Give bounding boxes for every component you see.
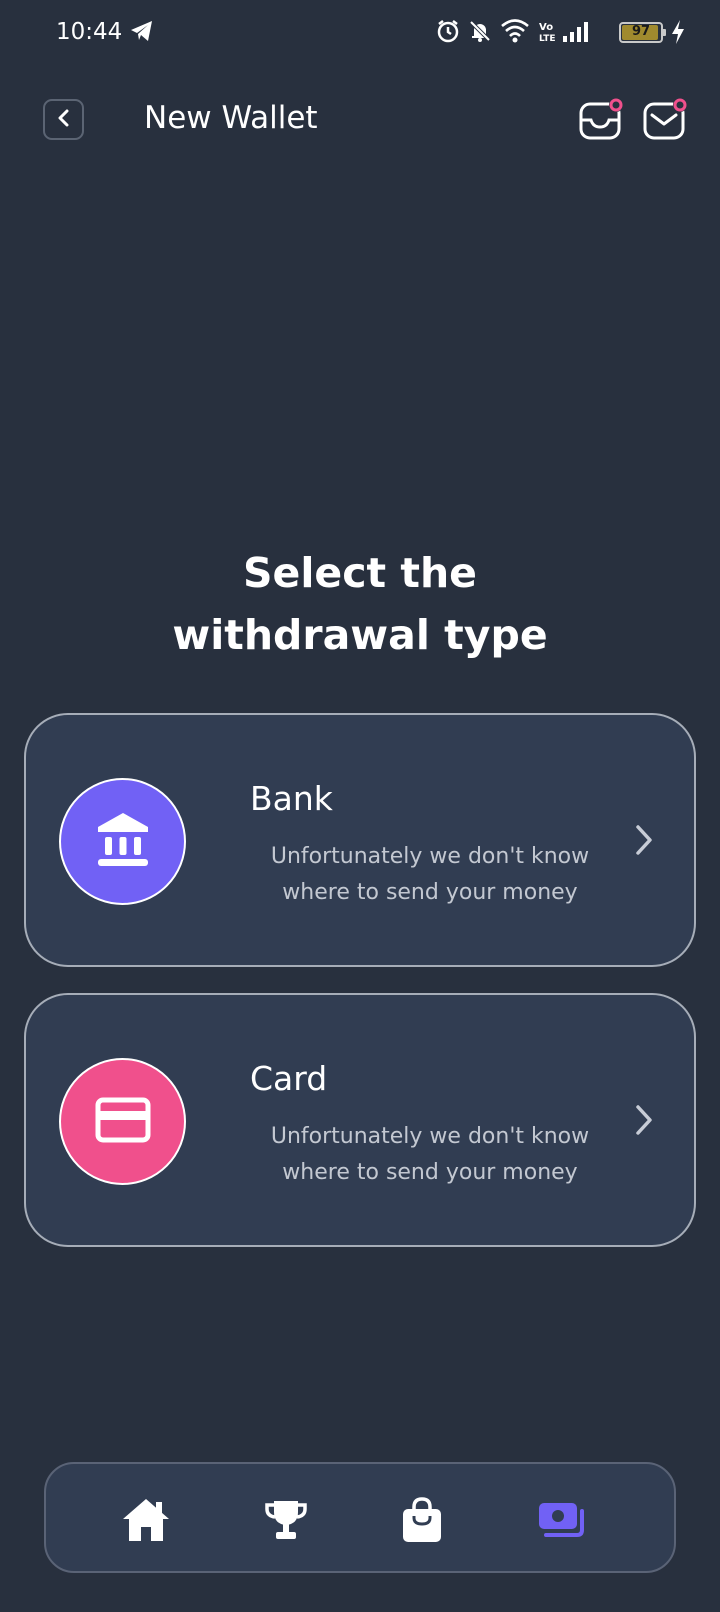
signal-icon xyxy=(562,21,592,47)
mail-icon[interactable] xyxy=(642,96,690,146)
telegram-icon xyxy=(130,20,154,46)
volte-icon: Vo LTE xyxy=(538,20,556,48)
page-title: New Wallet xyxy=(144,100,318,136)
status-time: 10:44 xyxy=(56,19,123,45)
card-circle xyxy=(59,1058,186,1185)
option-description-line: where to send your money xyxy=(282,1160,578,1185)
wallet-icon xyxy=(537,1500,587,1544)
heading-line-1: Select the xyxy=(243,549,477,597)
svg-text:LTE: LTE xyxy=(539,34,556,44)
home-icon xyxy=(121,1497,171,1547)
chevron-right-icon xyxy=(633,1104,655,1140)
nav-home[interactable] xyxy=(120,1496,172,1548)
option-title: Bank xyxy=(250,779,333,818)
option-title: Card xyxy=(250,1059,328,1098)
wifi-icon xyxy=(500,18,530,48)
trophy-icon xyxy=(264,1498,308,1546)
nav-wallet[interactable] xyxy=(536,1496,588,1548)
shopping-bag-icon xyxy=(401,1496,443,1548)
battery-icon: 97 xyxy=(619,22,666,43)
inbox-icon[interactable] xyxy=(578,96,626,146)
chevron-right-icon xyxy=(633,824,655,860)
screen: 10:44 Vo LTE 97 New Wallet Select the wi… xyxy=(0,0,720,1612)
battery-level: 97 xyxy=(631,24,651,39)
option-description-line: where to send your money xyxy=(282,880,578,905)
status-bar: 10:44 Vo LTE 97 xyxy=(0,0,720,66)
back-icon xyxy=(57,109,71,131)
option-card-card[interactable]: Card Unfortunately we don't know where t… xyxy=(24,993,696,1247)
charging-icon xyxy=(670,19,686,49)
nav-shop[interactable] xyxy=(396,1496,448,1548)
option-description: Unfortunately we don't know where to sen… xyxy=(250,1119,610,1191)
bank-circle xyxy=(59,778,186,905)
withdrawal-heading: Select the withdrawal type xyxy=(0,542,720,666)
nav-trophy[interactable] xyxy=(260,1496,312,1548)
bell-off-icon xyxy=(468,19,492,47)
bottom-nav xyxy=(44,1462,676,1573)
heading-line-2: withdrawal type xyxy=(172,611,548,659)
option-card-bank[interactable]: Bank Unfortunately we don't know where t… xyxy=(24,713,696,967)
card-icon xyxy=(95,1097,151,1147)
option-description-line: Unfortunately we don't know xyxy=(270,844,590,869)
option-description-line: Unfortunately we don't know xyxy=(270,1124,590,1149)
option-description: Unfortunately we don't know where to sen… xyxy=(250,839,610,911)
bank-icon xyxy=(96,811,150,873)
back-button[interactable] xyxy=(43,99,84,140)
svg-text:Vo: Vo xyxy=(539,22,553,33)
alarm-icon xyxy=(436,19,460,47)
